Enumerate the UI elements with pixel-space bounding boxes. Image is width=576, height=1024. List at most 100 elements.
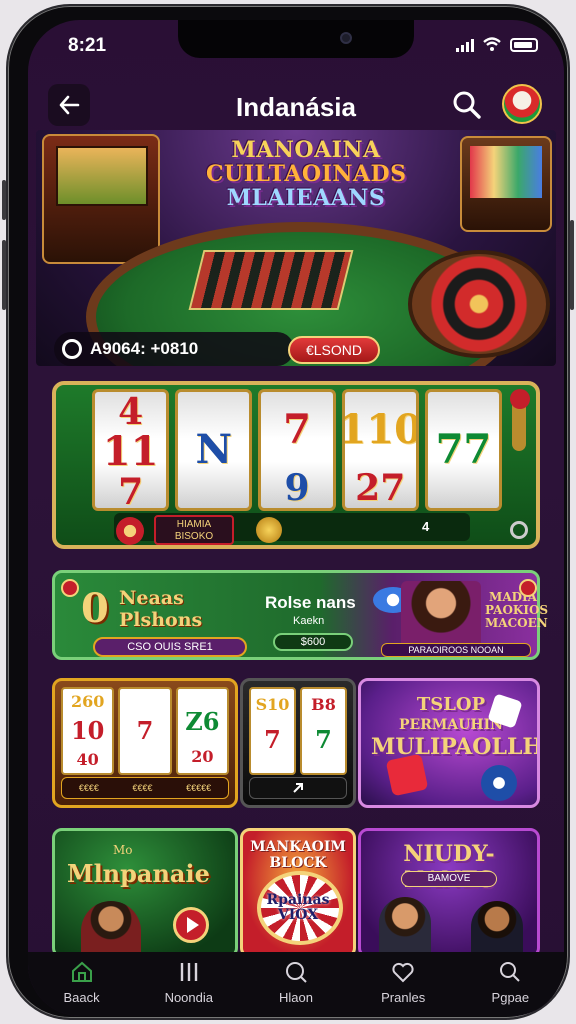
battery-icon	[510, 38, 538, 52]
play-icon[interactable]	[173, 907, 209, 943]
footer-text: €€€€	[78, 783, 99, 793]
mini-reels: S10 7 B8 7	[249, 687, 347, 775]
app-bar: Indanásia	[28, 80, 564, 136]
avatar[interactable]	[502, 84, 542, 124]
footer-text: €€€€€	[186, 783, 212, 793]
tile-title-line3: MULIPAOLLHEN	[371, 734, 537, 760]
tab-noondia[interactable]: Noondia	[144, 960, 234, 1016]
game-tile-dice[interactable]: TSLOP PERMAUHIN MULIPAOLLHEN	[358, 678, 540, 808]
hero-headline-line1: MANOAINA	[231, 137, 381, 163]
reel-symbol: 77	[435, 426, 492, 473]
expand-icon[interactable]	[291, 781, 305, 795]
notch	[178, 20, 414, 58]
tab-back[interactable]: Baack	[37, 960, 127, 1016]
bottom-tab-bar: Baack Noondia Hlaon Pranles Pgpae	[28, 952, 564, 1016]
coin-icon	[62, 339, 82, 359]
hero-headline-line2: CUILTAOINADS	[206, 161, 407, 187]
bars-icon	[180, 963, 197, 981]
chip-icon	[481, 765, 517, 801]
hero-banner[interactable]: MANOAINA CUILTAOINADS MLAIEAANS A9064: +…	[36, 130, 556, 366]
heart-icon	[392, 962, 414, 983]
promo-title: Neaas Plshons	[119, 587, 239, 631]
reel-symbol: 110	[341, 406, 419, 453]
game-tile-slot-2[interactable]: S10 7 B8 7	[240, 678, 356, 808]
reel-4: 110 27	[341, 389, 419, 511]
reel-symbol: 20	[191, 747, 214, 767]
badge-icon	[519, 579, 537, 597]
dice-icon	[385, 753, 429, 797]
reel-symbol: 11	[102, 428, 159, 475]
game-tile-slot-1[interactable]: 260 10 40 7 Z6 20 €€€€ €€€€ €€€€€	[52, 678, 238, 808]
promo-title-line2: Plshons	[119, 609, 203, 631]
promo-big-number: 0	[81, 585, 109, 632]
search-icon	[500, 962, 521, 982]
tile-title-line1: MANKAOIM	[250, 839, 346, 855]
reel-symbol: 260	[70, 691, 105, 711]
reel-1: 4 11 7	[92, 389, 170, 511]
mini-reel: 260 10 40	[61, 687, 115, 775]
reel-symbol: 4	[118, 391, 144, 433]
side-button	[2, 240, 6, 310]
spin-button[interactable]	[510, 521, 528, 539]
status-icons	[456, 36, 538, 52]
game-tile-2[interactable]: MANKAOIM BLOCK Rpainas VIOX	[240, 828, 356, 958]
tile-footer: €€€€ €€€€ €€€€€	[61, 777, 229, 799]
promo-pill: CSO OUIS SRE1	[93, 637, 247, 657]
chip-icon[interactable]	[116, 517, 144, 545]
tab-pgpae[interactable]: Pgpae	[465, 960, 555, 1016]
tile-footer	[249, 777, 347, 799]
reel-symbol: 7	[264, 724, 281, 754]
balance-value: A9064: +0810	[90, 339, 199, 358]
host-portrait	[81, 901, 141, 955]
tile-title: MANKAOIM BLOCK	[243, 839, 353, 871]
coin-icon[interactable]	[256, 517, 282, 543]
side-button	[570, 220, 574, 310]
search-icon	[453, 91, 481, 119]
signal-icon	[456, 39, 474, 52]
tab-hlaon[interactable]: Hlaon	[251, 960, 341, 1016]
reel-symbol: 9	[284, 467, 310, 509]
camera-icon	[340, 32, 352, 44]
search-button[interactable]	[450, 88, 484, 122]
slot-count: 4	[422, 519, 430, 534]
hero-action-button[interactable]: €LSOND	[288, 336, 380, 364]
slot-label: HIAMIA BISOKO	[154, 515, 234, 545]
tab-pranles[interactable]: Pranles	[358, 960, 448, 1016]
badge-icon	[61, 579, 79, 597]
reel-symbol: 7	[136, 715, 154, 745]
tile-title: Mlnpanaie	[67, 859, 210, 888]
slot-label-line1: HIAMIA	[176, 519, 212, 530]
balance-display: A9064: +0810	[54, 332, 294, 366]
tile-subtitle: BAMOVE	[401, 871, 497, 887]
screen: 8:21 Indanásia MANOAINA CUILTAOINADS MLA…	[28, 20, 564, 1016]
side-button	[2, 180, 6, 220]
hero-headline: MANOAINA CUILTAOINADS MLAIEAANS	[206, 138, 406, 210]
reel-symbol: S10	[255, 694, 290, 714]
tile-title-line2: BLOCK	[269, 855, 327, 871]
slot-machine-panel[interactable]: 4 11 7 N 7 9 110 27 77 HIAMIA BISOKO 4	[52, 381, 540, 549]
reel-symbol: 7	[118, 471, 144, 511]
promo-strip: PARAOIROOS NOOAN	[381, 643, 531, 657]
reel-symbol: B8	[311, 694, 336, 714]
game-tile-1[interactable]: Mo Mlnpanaie	[52, 828, 238, 958]
reel-2: N	[175, 389, 253, 511]
host-portrait	[379, 897, 431, 955]
mini-reel: B8 7	[300, 687, 347, 775]
mini-reel: Z6 20	[175, 687, 229, 775]
promo-title-3: MADIA PAOKIOS MACOEN	[485, 591, 548, 630]
reel-symbol: 7	[315, 724, 332, 754]
promo-banner[interactable]: 0 Neaas Plshons CSO OUIS SRE1 Rolse nans…	[52, 570, 548, 660]
search-icon	[285, 962, 307, 983]
footer-text: €€€€	[132, 783, 153, 793]
slot-reels: 4 11 7 N 7 9 110 27 77	[92, 389, 503, 511]
status-time: 8:21	[68, 35, 107, 56]
reel-symbol: 27	[355, 467, 406, 509]
hero-headline-line3: MLAIEAANS	[226, 185, 386, 211]
lever-knob[interactable]	[510, 389, 530, 409]
promo-title-2: Rolse nans	[265, 593, 356, 612]
phone-frame: 8:21 Indanásia MANOAINA CUILTAOINADS MLA…	[6, 4, 570, 1020]
tab-label: Hlaon	[278, 990, 313, 1005]
promo-button[interactable]: $600	[273, 633, 353, 651]
game-tile-3[interactable]: NIUDY-NANES BAMOVE	[358, 828, 540, 958]
wifi-icon	[483, 37, 501, 51]
